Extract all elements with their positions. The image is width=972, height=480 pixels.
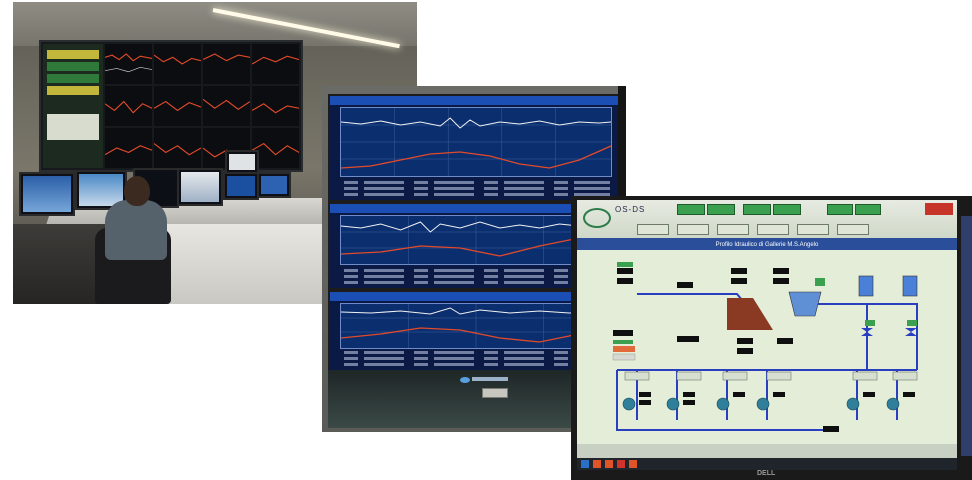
footer-button[interactable] bbox=[482, 388, 508, 398]
toolbar-nav-button[interactable] bbox=[637, 224, 669, 235]
desk-monitor bbox=[257, 172, 291, 198]
scada-page-title: Profilo Idraulico di Gallerie M.S.Angelo bbox=[577, 240, 957, 250]
video-wall-trend-panel bbox=[252, 86, 299, 126]
toolbar-status-button[interactable] bbox=[707, 204, 735, 215]
brand-logo-icon bbox=[583, 208, 611, 228]
toolbar-status-button[interactable] bbox=[855, 204, 881, 215]
toolbar-nav-button[interactable] bbox=[757, 224, 789, 235]
video-wall-trend-panel bbox=[154, 44, 201, 84]
trend-plot bbox=[340, 107, 612, 177]
scada-monitor-photo: OS-DS Profilo Idraulico di Gallerie M.S.… bbox=[571, 196, 972, 480]
toolbar-status-button[interactable] bbox=[827, 204, 853, 215]
desk-side-panel bbox=[153, 224, 337, 304]
video-wall-trend-panel bbox=[105, 44, 152, 84]
os-taskbar bbox=[577, 458, 957, 470]
video-wall-trend-panel bbox=[154, 86, 201, 126]
app-icon[interactable] bbox=[617, 460, 625, 468]
footer-logo-text bbox=[472, 377, 508, 381]
start-icon[interactable] bbox=[581, 460, 589, 468]
monitor-brand-logo: DELL bbox=[757, 470, 776, 477]
desk-monitor bbox=[177, 168, 223, 206]
scada-toolbar: OS-DS bbox=[577, 200, 957, 240]
video-wall bbox=[39, 40, 303, 172]
desk-monitor bbox=[225, 150, 259, 174]
toolbar-nav-button[interactable] bbox=[837, 224, 869, 235]
trend-screen-top bbox=[328, 94, 622, 202]
toolbar-nav-button[interactable] bbox=[717, 224, 749, 235]
desk-monitor bbox=[223, 172, 259, 200]
trend-line-white bbox=[341, 117, 611, 129]
hydraulic-diagram bbox=[577, 250, 957, 444]
toolbar-status-button[interactable] bbox=[773, 204, 801, 215]
toolbar-status-button[interactable] bbox=[677, 204, 705, 215]
video-wall-trend-panel bbox=[252, 44, 299, 84]
scada-status-bar bbox=[577, 444, 957, 458]
trend-title-bar bbox=[330, 96, 620, 105]
toolbar-nav-button[interactable] bbox=[797, 224, 829, 235]
app-icon[interactable] bbox=[629, 460, 637, 468]
scada-screen: OS-DS Profilo Idraulico di Gallerie M.S.… bbox=[577, 200, 957, 458]
alarm-indicator[interactable] bbox=[925, 203, 953, 215]
video-wall-trend-panel bbox=[203, 44, 250, 84]
desk-monitor bbox=[19, 172, 75, 216]
video-wall-trend-panel bbox=[105, 86, 152, 126]
toolbar-nav-button[interactable] bbox=[677, 224, 709, 235]
trend-line-red bbox=[341, 145, 611, 169]
operator-head bbox=[124, 176, 150, 206]
video-wall-trend-panel bbox=[203, 86, 250, 126]
footer-logo-icon bbox=[460, 377, 470, 383]
app-icon[interactable] bbox=[593, 460, 601, 468]
dam-reservoir bbox=[727, 298, 773, 330]
video-wall-status-panel bbox=[43, 44, 103, 168]
video-wall-trend-panel bbox=[105, 128, 152, 168]
app-icon[interactable] bbox=[605, 460, 613, 468]
brand-name: OS-DS bbox=[615, 205, 646, 214]
toolbar-status-button[interactable] bbox=[743, 204, 771, 215]
video-wall-trend-panel bbox=[154, 128, 201, 168]
video-wall-trend-panel bbox=[252, 128, 299, 168]
trend-legend bbox=[344, 178, 610, 196]
adjacent-monitor bbox=[961, 216, 972, 456]
operator bbox=[105, 200, 167, 260]
